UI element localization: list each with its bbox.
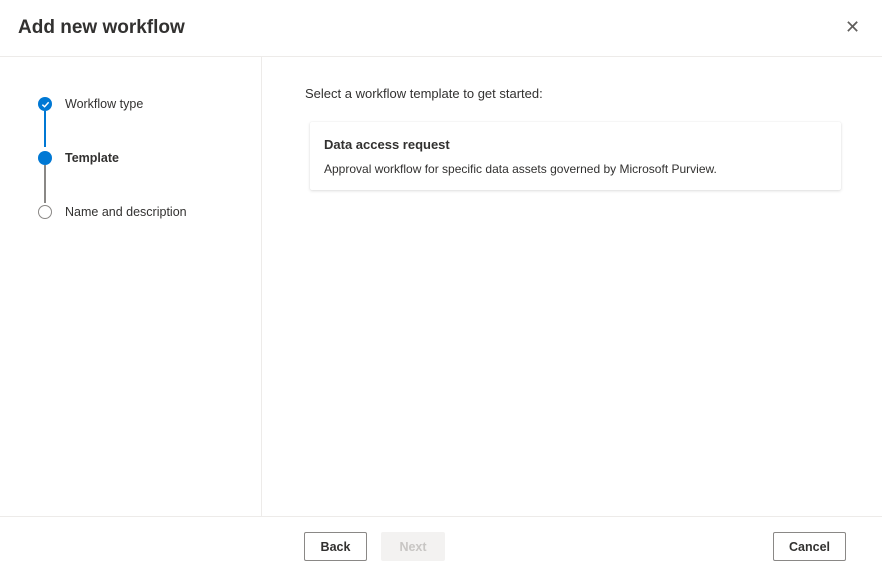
next-button[interactable]: Next bbox=[381, 532, 445, 561]
stepper-pane: Workflow type Template Name and descript… bbox=[0, 57, 262, 516]
current-step-icon bbox=[38, 151, 52, 165]
dialog-header: Add new workflow ✕ bbox=[0, 0, 882, 57]
template-description: Approval workflow for specific data asse… bbox=[324, 162, 717, 176]
checkmark-icon bbox=[38, 97, 52, 111]
close-icon[interactable]: ✕ bbox=[845, 18, 860, 36]
step-name-description[interactable]: Name and description bbox=[38, 205, 187, 219]
step-workflow-type[interactable]: Workflow type bbox=[38, 97, 143, 111]
step-label: Template bbox=[65, 151, 119, 165]
template-card-data-access-request[interactable]: Data access request Approval workflow fo… bbox=[310, 122, 841, 190]
step-template[interactable]: Template bbox=[38, 151, 119, 165]
dialog-title: Add new workflow bbox=[18, 17, 185, 38]
footer-divider bbox=[0, 516, 882, 517]
step-connector bbox=[44, 165, 46, 203]
cancel-button[interactable]: Cancel bbox=[773, 532, 846, 561]
back-button[interactable]: Back bbox=[304, 532, 367, 561]
step-connector bbox=[44, 111, 46, 147]
template-prompt: Select a workflow template to get starte… bbox=[305, 86, 543, 101]
step-label: Workflow type bbox=[65, 97, 144, 111]
template-title: Data access request bbox=[324, 137, 450, 152]
pending-step-icon bbox=[38, 205, 52, 219]
step-label: Name and description bbox=[65, 205, 187, 219]
